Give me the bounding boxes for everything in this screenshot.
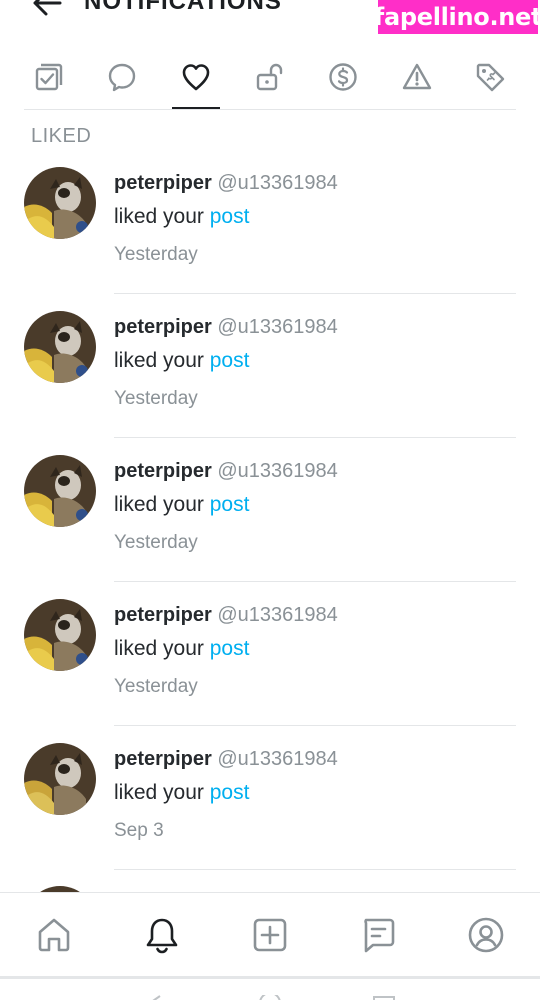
tab-subscriptions[interactable] (233, 44, 307, 110)
action-text: liked your (114, 781, 204, 804)
unlock-icon (256, 63, 282, 91)
user-handle[interactable]: @u13361984 (217, 748, 337, 770)
post-link[interactable]: post (210, 493, 250, 516)
avatar[interactable] (24, 311, 96, 383)
tab-promotions[interactable] (453, 44, 527, 110)
user-handle[interactable]: @u13361984 (217, 460, 337, 482)
section-label-liked: LIKED (31, 125, 92, 147)
nav-home[interactable] (0, 893, 108, 976)
bell-icon (146, 918, 178, 953)
avatar-image (24, 599, 96, 671)
timestamp: Yesterday (114, 532, 198, 553)
nav-notifications[interactable] (108, 893, 216, 976)
plus-square-icon (253, 918, 287, 951)
arrow-left-icon[interactable] (32, 0, 62, 16)
user-handle[interactable]: @u13361984 (217, 604, 337, 626)
notification-list: peterpiper @u13361984 liked your post Ye… (0, 150, 540, 870)
avatar-image (24, 311, 96, 383)
post-link[interactable]: post (210, 637, 250, 660)
profile-icon (468, 917, 504, 952)
system-back-icon[interactable] (148, 995, 164, 1000)
timestamp: Sep 3 (114, 820, 164, 841)
checkbox-stack-icon (35, 63, 62, 91)
page-title: NOTIFICATIONS (84, 0, 282, 15)
notification-text: liked your post (114, 781, 249, 805)
nav-messages[interactable] (324, 893, 432, 976)
notification-header: peterpiper @u13361984 (114, 460, 338, 483)
user-handle[interactable]: @u13361984 (217, 172, 337, 194)
username[interactable]: peterpiper (114, 604, 212, 626)
bottom-navigation (0, 892, 540, 976)
nav-new-post[interactable] (216, 893, 324, 976)
avatar[interactable] (24, 167, 96, 239)
username[interactable]: peterpiper (114, 172, 212, 194)
tab-tips[interactable] (306, 44, 380, 110)
avatar-image (24, 455, 96, 527)
user-handle[interactable]: @u13361984 (217, 316, 337, 338)
home-icon (38, 918, 70, 951)
notification-header: peterpiper @u13361984 (114, 316, 338, 339)
post-link[interactable]: post (210, 781, 250, 804)
avatar[interactable] (24, 455, 96, 527)
watermark-logo: fapellino.net (374, 0, 540, 34)
tabs-divider (24, 109, 516, 110)
list-item[interactable]: peterpiper @u13361984 liked your post Ye… (0, 150, 540, 294)
timestamp: Yesterday (114, 676, 198, 697)
list-item[interactable]: peterpiper @u13361984 liked your post Ye… (0, 294, 540, 438)
notification-header: peterpiper @u13361984 (114, 172, 338, 195)
username[interactable]: peterpiper (114, 460, 212, 482)
system-home-icon[interactable] (258, 995, 282, 1000)
nav-profile[interactable] (432, 893, 540, 976)
timestamp: Yesterday (114, 388, 198, 409)
tab-liked[interactable] (159, 44, 233, 110)
notification-text: liked your post (114, 205, 249, 229)
divider (114, 869, 516, 870)
avatar-image (24, 167, 96, 239)
tab-warnings[interactable] (380, 44, 454, 110)
tag-icon (477, 63, 505, 92)
action-text: liked your (114, 493, 204, 516)
notification-header: peterpiper @u13361984 (114, 604, 338, 627)
notification-filter-tabs (12, 44, 527, 110)
action-text: liked your (114, 205, 204, 228)
notification-header: peterpiper @u13361984 (114, 748, 338, 771)
avatar-image (24, 743, 96, 815)
post-link[interactable]: post (210, 349, 250, 372)
list-item[interactable]: peterpiper @u13361984 liked your post Ye… (0, 438, 540, 582)
heart-icon (182, 64, 210, 91)
comment-icon (109, 63, 136, 92)
avatar[interactable] (24, 599, 96, 671)
notification-text: liked your post (114, 637, 249, 661)
notification-text: liked your post (114, 493, 249, 517)
warning-icon (402, 63, 431, 90)
username[interactable]: peterpiper (114, 316, 212, 338)
post-link[interactable]: post (210, 205, 250, 228)
dollar-circle-icon (329, 63, 357, 91)
username[interactable]: peterpiper (114, 748, 212, 770)
notification-text: liked your post (114, 349, 249, 373)
avatar[interactable] (24, 743, 96, 815)
system-recents-icon[interactable] (372, 995, 396, 1000)
action-text: liked your (114, 637, 204, 660)
messages-icon (364, 918, 395, 952)
list-item[interactable]: peterpiper @u13361984 liked your post Ye… (0, 582, 540, 726)
action-text: liked your (114, 349, 204, 372)
list-item[interactable]: peterpiper @u13361984 liked your post Se… (0, 726, 540, 870)
timestamp: Yesterday (114, 244, 198, 265)
tab-comments[interactable] (86, 44, 160, 110)
tab-all[interactable] (12, 44, 86, 110)
system-navigation-bar (0, 976, 540, 1000)
